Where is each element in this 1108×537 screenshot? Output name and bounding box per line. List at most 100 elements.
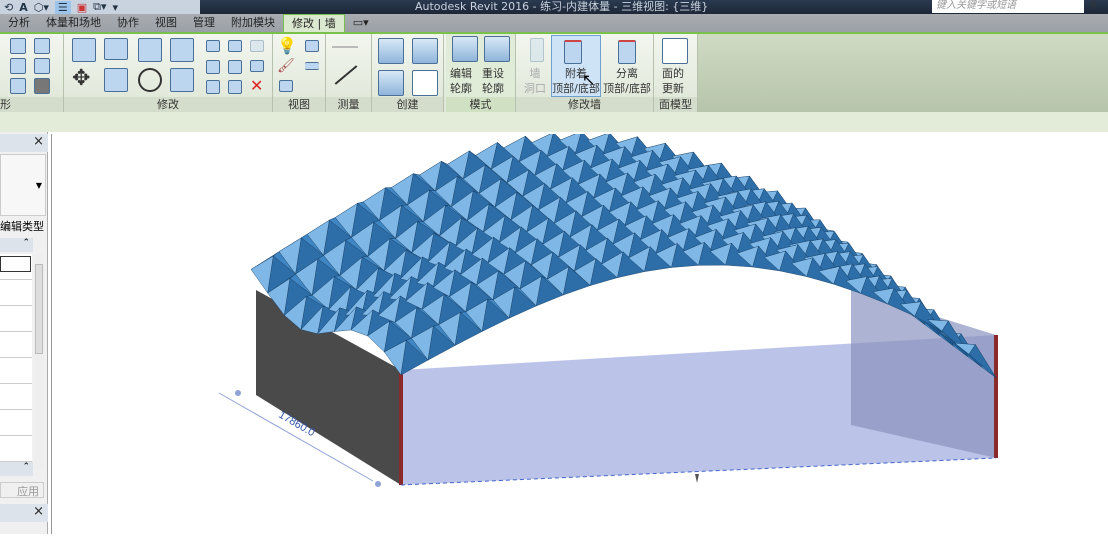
tab-view[interactable]: 视图	[147, 14, 185, 32]
tab-collaborate[interactable]: 协作	[109, 14, 147, 32]
tab-addins[interactable]: 附加模块	[223, 14, 283, 32]
chevron-down-icon: ▼	[35, 181, 42, 190]
3d-viewport[interactable]: 17860.0	[51, 130, 1108, 534]
properties-grid[interactable]	[0, 254, 32, 472]
split-gap-icon[interactable]	[228, 40, 242, 52]
tab-analyze[interactable]: 分析	[0, 14, 38, 32]
aligned-dimension-icon[interactable]	[334, 65, 358, 85]
ribbon-tabs: 分析 体量和场地 协作 视图 管理 附加模块 修改 | 墙 ▭▾	[0, 14, 1108, 32]
panel-view: 💡 🖌 视图	[273, 34, 326, 112]
reset-profile-icon[interactable]	[484, 36, 510, 62]
thin-lines-icon[interactable]: ☰	[54, 0, 71, 14]
apply-button[interactable]: 应用	[0, 482, 44, 498]
detach-top-base-icon[interactable]	[618, 40, 636, 64]
customize-icon[interactable]: ▾	[113, 1, 119, 14]
collapse-icon[interactable]: ⌃	[0, 238, 33, 252]
mouse-cursor-icon: ↖	[582, 70, 596, 89]
property-value-field[interactable]	[0, 256, 31, 272]
trim-multiple-icon[interactable]	[228, 80, 242, 94]
measure-distance-icon[interactable]	[332, 46, 358, 48]
split-face-icon[interactable]	[10, 58, 26, 74]
create-assembly-icon[interactable]	[378, 38, 404, 64]
ribbon-toggle-icon[interactable]: ▭▾	[345, 14, 377, 32]
grip-arrow-icon	[695, 474, 699, 483]
cut-icon[interactable]	[10, 38, 26, 54]
create-parts-icon[interactable]	[412, 38, 438, 64]
3d-model[interactable]: 17860.0	[52, 130, 1108, 534]
mirror-axis-icon[interactable]	[138, 38, 162, 62]
align-icon[interactable]	[72, 38, 96, 62]
scale-icon[interactable]	[228, 60, 242, 74]
binoculars-icon[interactable]: ⚲	[1090, 0, 1108, 13]
brush-icon[interactable]: 🖌	[277, 58, 295, 74]
mirror-draw-icon[interactable]	[170, 38, 194, 62]
update-to-face-button[interactable]: 面的 更新	[662, 66, 684, 96]
panel-label: 创建	[372, 97, 443, 112]
detach-top-base-button[interactable]: 分离 顶部/底部	[602, 66, 652, 96]
wall-opening-button[interactable]: 墙洞口	[524, 66, 546, 96]
tab-modify-wall[interactable]: 修改 | 墙	[283, 14, 345, 32]
close-hidden-icon[interactable]: ▣	[77, 1, 87, 14]
close-properties-icon[interactable]: ×	[0, 134, 48, 152]
window-title: Autodesk Revit 2016 - 练习-内建体量 - 三维视图: {三…	[415, 0, 709, 13]
split-icon[interactable]	[206, 40, 220, 52]
paint-icon[interactable]	[10, 78, 26, 94]
trim-extend-icon[interactable]	[170, 68, 194, 92]
join-icon[interactable]	[34, 38, 50, 54]
close-browser-icon[interactable]: ×	[0, 504, 48, 522]
array-icon[interactable]	[206, 60, 220, 74]
create-group-icon[interactable]	[378, 70, 404, 96]
panel-label: 面模型	[654, 97, 697, 112]
demolish-icon[interactable]	[34, 78, 50, 94]
unpin-icon[interactable]	[250, 40, 264, 52]
panel-label: 修改	[64, 97, 272, 112]
pin-icon[interactable]	[250, 60, 264, 72]
tab-manage[interactable]: 管理	[185, 14, 223, 32]
panel-face-model: 面的 更新 面模型	[654, 34, 698, 112]
switch-windows-icon[interactable]: ⧉▾	[93, 0, 106, 14]
scrollbar[interactable]	[34, 254, 44, 470]
ribbon: 形 ✥ ✕ 修改 💡 🖌 视图 测量 创建 编辑 轮廓 重设 轮廓 模式 墙洞口 附…	[0, 32, 1108, 112]
wall-opening-icon[interactable]	[530, 38, 544, 62]
search-input[interactable]: 键入关键字或短语	[932, 0, 1084, 13]
wall-joins-icon[interactable]	[34, 58, 50, 74]
panel-label: 测量	[326, 97, 371, 112]
panel-label: 形	[0, 97, 63, 112]
attach-top-base-icon[interactable]	[564, 40, 582, 64]
panel-mode: 编辑 轮廓 重设 轮廓 模式	[446, 34, 516, 112]
panel-modify: ✥ ✕ 修改	[64, 34, 273, 112]
3d-view-icon[interactable]: ⬡▾	[34, 1, 49, 14]
lightbulb-icon[interactable]: 💡	[277, 36, 297, 55]
trim-single-icon[interactable]	[206, 80, 220, 94]
edit-profile-icon[interactable]	[452, 36, 478, 62]
panel-create: 创建	[372, 34, 444, 112]
edit-profile-button[interactable]: 编辑 轮廓	[450, 66, 472, 96]
sync-icon[interactable]: ⟲	[4, 1, 13, 14]
rotate-icon[interactable]	[138, 68, 162, 92]
reset-profile-button[interactable]: 重设 轮廓	[482, 66, 504, 96]
panel-label: 视图	[273, 97, 325, 112]
quick-access-toolbar: ⟲ A ⬡▾ ☰ ▣ ⧉▾ ▾	[0, 0, 200, 14]
collapse-icon[interactable]: ⌃	[0, 462, 33, 476]
options-bar	[0, 112, 1108, 132]
linework-icon[interactable]	[305, 62, 319, 70]
copy-icon[interactable]	[104, 68, 128, 92]
offset-icon[interactable]	[104, 38, 128, 60]
move-icon[interactable]: ✥	[72, 68, 96, 92]
override-icon[interactable]	[305, 40, 319, 52]
dimension-grip	[375, 481, 381, 487]
delete-icon[interactable]: ✕	[250, 76, 263, 95]
type-selector[interactable]: ▼	[0, 154, 46, 216]
panel-geometry: 形	[0, 34, 64, 112]
dimension-grip	[235, 390, 241, 396]
title-bar: ⟲ A ⬡▾ ☰ ▣ ⧉▾ ▾ Autodesk Revit 2016 - 练习…	[0, 0, 1108, 14]
text-icon[interactable]: A	[19, 1, 28, 14]
edit-type-button[interactable]: 编辑类型	[0, 218, 44, 234]
tab-massing-site[interactable]: 体量和场地	[38, 14, 109, 32]
panel-label: 修改墙	[516, 97, 653, 112]
create-similar-icon[interactable]	[412, 70, 438, 96]
panel-measure: 测量	[326, 34, 372, 112]
update-to-face-icon[interactable]	[662, 38, 688, 64]
panel-label: 模式	[446, 97, 515, 112]
selection-box-icon[interactable]	[279, 80, 293, 92]
